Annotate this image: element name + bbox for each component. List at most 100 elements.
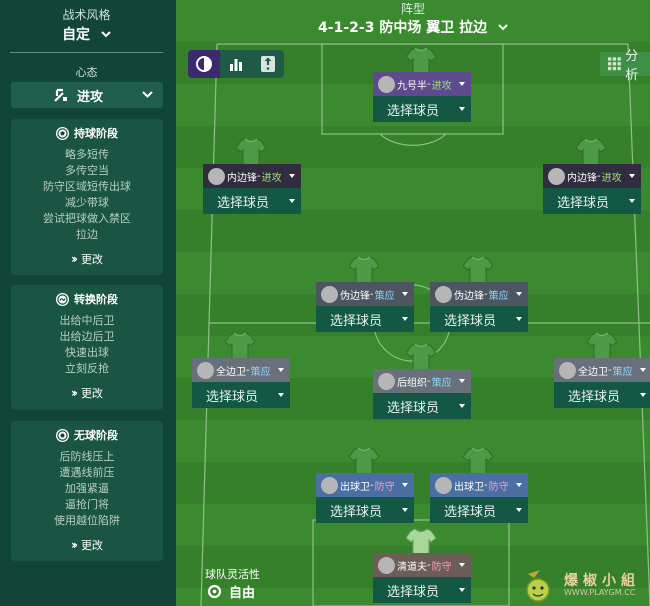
dropdown-arrow-icon xyxy=(629,174,635,178)
mentality-label: 心态 xyxy=(75,66,98,79)
instruction-item: 后防线压上 xyxy=(59,450,115,463)
select-player-dropdown[interactable]: 选择球员 xyxy=(203,188,301,214)
duty-label: 策应 xyxy=(374,290,395,302)
role-label: 全边卫 xyxy=(216,366,246,378)
change-button[interactable]: ›› 更改 xyxy=(11,251,163,267)
role-selector[interactable]: 清道夫 - 防守 xyxy=(373,553,471,577)
role-label: 全边卫 xyxy=(578,366,608,378)
select-player-dropdown[interactable]: 选择球员 xyxy=(430,497,528,523)
transition-icon xyxy=(56,292,69,306)
role-selector[interactable]: 出球卫 - 防守 xyxy=(316,473,414,497)
instruction-item: 逼抢门将 xyxy=(65,498,109,511)
attack-arrow-icon xyxy=(54,88,67,102)
duty-label: 策应 xyxy=(250,366,271,378)
select-player-dropdown[interactable]: 选择球员 xyxy=(192,382,290,408)
bar-chart-icon xyxy=(230,59,242,71)
analysis-button[interactable]: 分析 xyxy=(600,49,650,83)
role-selector[interactable]: 九号半 - 进攻 xyxy=(373,72,471,96)
instruction-item: 出给中后卫 xyxy=(59,314,115,327)
select-player-dropdown[interactable]: 选择球员 xyxy=(373,393,471,419)
chevron-down-icon xyxy=(498,24,508,31)
dropdown-arrow-icon xyxy=(516,317,522,321)
select-player-dropdown[interactable]: 选择球员 xyxy=(373,577,471,603)
phase-title: 持球阶段 xyxy=(74,127,118,140)
role-selector[interactable]: 内边锋 - 进攻 xyxy=(543,164,641,188)
role-selector[interactable]: 伪边锋 - 策应 xyxy=(430,282,528,306)
tactic-style-label: 战术风格 xyxy=(62,8,111,22)
select-player-dropdown[interactable]: 选择球员 xyxy=(543,188,641,214)
dropdown-arrow-icon xyxy=(278,393,284,397)
stats-button[interactable] xyxy=(220,50,252,78)
phase-title: 无球阶段 xyxy=(74,429,118,442)
role-selector[interactable]: 出球卫 - 防守 xyxy=(430,473,528,497)
dropdown-arrow-icon xyxy=(459,404,465,408)
view-toggle-group xyxy=(188,50,285,78)
dropdown-arrow-icon xyxy=(278,368,284,372)
avatar xyxy=(197,361,214,379)
change-button[interactable]: ›› 更改 xyxy=(11,385,163,401)
change-button[interactable]: ›› 更改 xyxy=(11,537,163,553)
phase-title: 转换阶段 xyxy=(74,293,118,306)
tactic-style-dropdown[interactable]: 自定 xyxy=(10,24,163,44)
role-label: 内边锋 xyxy=(227,172,257,184)
role-selector[interactable]: 伪边锋 - 策应 xyxy=(316,282,414,306)
select-player-dropdown[interactable]: 选择球员 xyxy=(373,96,471,122)
duty-label: 防守 xyxy=(488,481,509,493)
dropdown-arrow-icon xyxy=(459,82,465,86)
dropdown-arrow-icon xyxy=(289,174,295,178)
duty-label: 进攻 xyxy=(431,80,452,92)
select-player-dropdown[interactable]: 选择球员 xyxy=(554,382,650,408)
duty-label: 防守 xyxy=(374,481,395,493)
avatar xyxy=(378,75,395,93)
avatar xyxy=(378,372,395,390)
watermark: 爆椒小組 WWW.PLAYGM.CC xyxy=(520,568,650,606)
phase-transition: 转换阶段 出给中后卫 出给边后卫 快速出球 立刻反抢 ›› 更改 xyxy=(11,285,163,410)
role-selector[interactable]: 全边卫 - 策应 xyxy=(192,358,290,382)
dropdown-arrow-icon xyxy=(402,508,408,512)
tactic-style[interactable]: 战术风格 自定 xyxy=(10,6,163,44)
watermark-url: WWW.PLAYGM.CC xyxy=(564,588,636,597)
dropdown-arrow-icon xyxy=(516,483,522,487)
team-fluidity-value[interactable]: 自由 xyxy=(207,582,255,601)
avatar xyxy=(378,556,395,574)
out-of-possession-icon xyxy=(56,428,69,442)
select-player-dropdown[interactable]: 选择球员 xyxy=(316,306,414,332)
overview-button[interactable] xyxy=(188,50,220,78)
dropdown-arrow-icon xyxy=(459,563,465,567)
double-chevron-right-icon: ›› xyxy=(71,386,78,400)
instruction-item: 遭遇线前压 xyxy=(59,466,115,479)
instruction-item: 减少带球 xyxy=(65,196,109,209)
role-selector[interactable]: 内边锋 - 进攻 xyxy=(203,164,301,188)
formation-label: 阵型 xyxy=(400,2,425,16)
watermark-text: 爆椒小組 xyxy=(564,573,640,589)
instruction-item: 略多短传 xyxy=(65,148,109,161)
dropdown-arrow-icon xyxy=(459,588,465,592)
analysis-label: 分析 xyxy=(625,49,639,83)
role-selector[interactable]: 后组织 - 策应 xyxy=(373,369,471,393)
dropdown-arrow-icon xyxy=(640,368,646,372)
role-label: 出球卫 xyxy=(454,481,484,493)
role-selector[interactable]: 全边卫 - 策应 xyxy=(554,358,650,382)
watermark-logo-icon xyxy=(526,570,550,602)
select-player-dropdown[interactable]: 选择球员 xyxy=(316,497,414,523)
avatar xyxy=(548,167,565,185)
mentality-dropdown[interactable]: 进攻 xyxy=(11,82,163,108)
select-player-dropdown[interactable]: 选择球员 xyxy=(430,306,528,332)
dropdown-arrow-icon xyxy=(459,107,465,111)
role-label: 伪边锋 xyxy=(340,290,370,302)
double-chevron-right-icon: ›› xyxy=(71,538,78,552)
instruction-item: 使用越位陷阱 xyxy=(54,514,120,527)
divider xyxy=(10,52,163,53)
instruction-item: 出给边后卫 xyxy=(59,330,115,343)
chevron-down-icon xyxy=(142,91,153,98)
grid-icon xyxy=(608,57,621,71)
duty-label: 防守 xyxy=(431,561,452,573)
avatar xyxy=(321,285,338,303)
team-fluidity-label: 球队灵活性 xyxy=(205,568,260,581)
info-icon xyxy=(261,56,275,72)
info-button[interactable] xyxy=(252,50,284,78)
role-label: 清道夫 xyxy=(397,561,427,573)
avatar xyxy=(321,476,338,494)
duty-label: 策应 xyxy=(612,366,633,378)
formation-dropdown[interactable]: 4-1-2-3 防中场 翼卫 拉边 xyxy=(176,17,650,37)
